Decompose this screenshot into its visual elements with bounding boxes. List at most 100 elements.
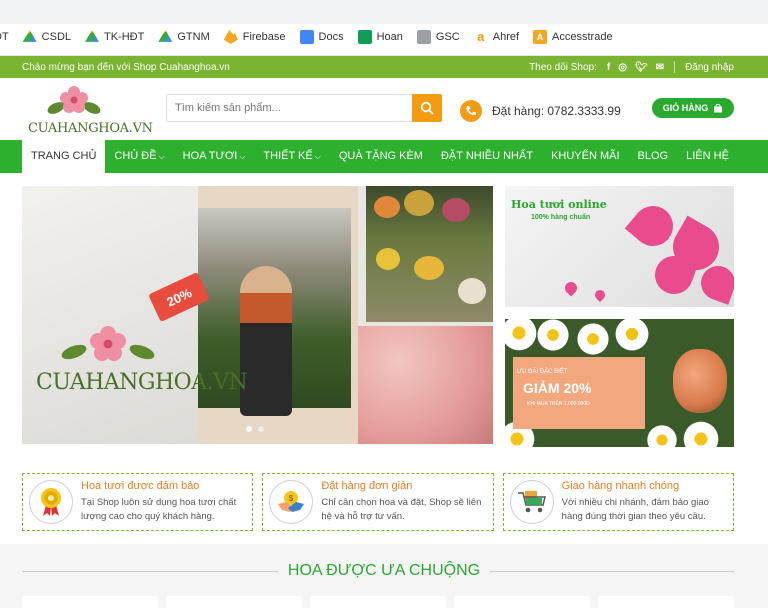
bookmark-label: Docs (318, 31, 344, 43)
flower-buckets-photo (366, 186, 493, 322)
facebook-icon[interactable]: f (607, 62, 610, 73)
section-title: HOA ĐƯỢC ƯA CHUỘNG (277, 562, 491, 579)
order-phone[interactable]: Đặt hàng: 0782.3333.99 (460, 100, 621, 122)
feature-description: Chỉ cần chọn hoa và đặt, Shop sẽ liên hệ… (321, 496, 482, 522)
bookmark-tk-hdt[interactable]: TK-HĐT (85, 30, 144, 44)
product-card[interactable] (598, 596, 734, 608)
bookmark-label: Hoan (376, 31, 403, 43)
nav-item-hoa-tuoi[interactable]: HOA TƯƠI ⌵ (174, 140, 255, 173)
florist-photo (198, 186, 358, 444)
bookmark-gtnm[interactable]: GTNM (158, 30, 210, 44)
site-logo[interactable]: CUAHANGHOA.VN (28, 84, 153, 136)
hero-logo-text: CUAHANGHOA.VN (36, 370, 248, 395)
nav-label: LIÊN HỆ (686, 150, 729, 162)
popular-section: HOA ĐƯỢC ƯA CHUỘNG (0, 544, 768, 608)
product-card[interactable] (310, 596, 446, 608)
bookmark-gsc[interactable]: GSC (416, 30, 460, 44)
ahrefs-icon: a (473, 30, 488, 44)
bookmark-label: GTNM (177, 31, 210, 43)
email-icon[interactable]: ✉ (656, 62, 664, 73)
feature-quality: Hoa tươi được đảm bảo Tại Shop luôn sử d… (22, 473, 254, 531)
banner-title: Hoa tươi online (511, 198, 607, 211)
nav-item-lien-he[interactable]: LIÊN HỆ (677, 140, 738, 173)
feature-title: Đặt hàng đơn giản (321, 479, 413, 492)
nav-label: ĐẶT NHIỀU NHẤT (440, 150, 534, 162)
nav-label: TRANG CHỦ (31, 150, 97, 162)
bookmark-dt[interactable]: DT (0, 31, 9, 43)
nav-item-thiet-ke[interactable]: THIẾT KẾ ⌵ (254, 140, 329, 173)
bookmark-label: Ahref (492, 31, 520, 43)
section-title-wrap: HOA ĐƯỢC ƯA CHUỘNG (0, 562, 768, 580)
feature-description: Với nhiều chi nhánh, đảm bảo giao hàng đ… (561, 496, 709, 522)
nav-item-chu-de[interactable]: CHỦ ĐỀ ⌵ (105, 140, 173, 173)
banner-fresh-flowers[interactable]: Hoa tươi online 100% hàng chuẩn (505, 186, 734, 307)
bookmark-firebase[interactable]: Firebase (223, 30, 286, 44)
daisy-shape (645, 423, 679, 447)
leaf-icon (61, 344, 155, 360)
feature-description: Tại Shop luôn sử dụng hoa tươi chất lượn… (81, 496, 237, 522)
nav-item-khuyen-mai[interactable]: KHUYẾN MÃI (542, 140, 628, 173)
product-cards-row (22, 596, 734, 608)
daisy-shape (505, 319, 539, 353)
bookmark-docs[interactable]: Docs (299, 30, 344, 44)
product-card[interactable] (166, 596, 302, 608)
feature-title: Giao hàng nhanh chóng (561, 479, 680, 492)
feature-easy-order: $ Đặt hàng đơn giản Chỉ cần chọn hoa và … (262, 473, 494, 531)
hero-slider[interactable]: 20% CUAHANGHOA.VN (22, 186, 493, 444)
discount-note: KHI MUA TRÊN 1.000.000Đ (527, 401, 590, 407)
bookmark-label: CSDL (41, 31, 72, 43)
twitter-icon[interactable]: 🐦︎ (635, 62, 648, 73)
slider-dots (246, 426, 264, 432)
bookmark-csdl[interactable]: CSDL (22, 30, 72, 44)
bookmarks-row: DT CSDL TK-HĐT GTNM Firebase Docs Hoan G… (0, 30, 613, 44)
shopping-bag-icon (714, 103, 723, 113)
discount-small-text: ƯU ĐÃI ĐẶC BIỆT (517, 369, 568, 375)
phone-icon (460, 100, 482, 122)
banner-discount[interactable]: ƯU ĐÃI ĐẶC BIỆT GIẢM 20% KHI MUA TRÊN 1.… (505, 319, 734, 447)
search-button[interactable] (412, 94, 442, 122)
divider (674, 61, 676, 73)
google-docs-icon (299, 30, 314, 44)
bookmark-label: GSC (435, 31, 460, 43)
instagram-icon[interactable]: ◎ (618, 62, 627, 73)
browser-chrome-strip (0, 0, 768, 24)
delivery-cart-icon (509, 480, 554, 524)
search-console-icon (416, 30, 431, 44)
flower-logo-icon (47, 86, 101, 114)
hero-background (22, 186, 222, 444)
nav-label: THIẾT KẾ (263, 150, 313, 162)
bookmark-accesstrade[interactable]: A Accesstrade (533, 30, 613, 44)
slider-dot-active[interactable] (246, 426, 252, 432)
firebase-icon (223, 30, 238, 44)
bookmark-label: Accesstrade (552, 31, 613, 43)
flower-cluster (404, 190, 434, 216)
feature-title: Hoa tươi được đảm bảo (81, 479, 200, 492)
logo-text: CUAHANGHOA.VN (28, 121, 153, 136)
phone-text: Đặt hàng: 0782.3333.99 (492, 104, 621, 118)
nav-item-dat-nhieu-nhat[interactable]: ĐẶT NHIỀU NHẤT (432, 140, 542, 173)
bookmark-label: Firebase (242, 31, 286, 43)
product-card[interactable] (22, 596, 158, 608)
daisy-shape (535, 319, 571, 353)
flower-cluster (458, 278, 486, 304)
main-nav: TRANG CHỦ CHỦ ĐỀ ⌵ HOA TƯƠI ⌵ THIẾT KẾ ⌵ QU… (0, 140, 768, 173)
login-link[interactable]: Đăng nhập (685, 62, 734, 73)
search-input[interactable] (167, 95, 412, 121)
nav-item-qua-tang-kem[interactable]: QUÀ TẶNG KÈM (330, 140, 432, 173)
slider-dot[interactable] (258, 426, 264, 432)
flower-cluster (442, 198, 470, 222)
welcome-text: Chào mừng bạn đến với Shop Cuahanghoa.vn (22, 61, 230, 73)
flower-bouquet (673, 349, 727, 413)
bookmark-ahref[interactable]: a Ahref (473, 30, 520, 44)
site-header: CUAHANGHOA.VN Đặt hàng: 0782.3333.99 GIỎ… (0, 78, 768, 140)
daisy-shape (681, 419, 721, 447)
cart-button[interactable]: GIỎ HÀNG (652, 98, 734, 118)
pink-roses-photo (358, 326, 493, 444)
product-card[interactable] (454, 596, 590, 608)
bookmark-hoan[interactable]: Hoan (357, 30, 403, 44)
florist-figure (240, 266, 292, 416)
nav-item-blog[interactable]: BLOG (629, 140, 678, 173)
nav-label: HOA TƯƠI (182, 150, 238, 162)
nav-item-trang-chu[interactable]: TRANG CHỦ (22, 140, 106, 173)
flower-cluster (376, 248, 400, 270)
